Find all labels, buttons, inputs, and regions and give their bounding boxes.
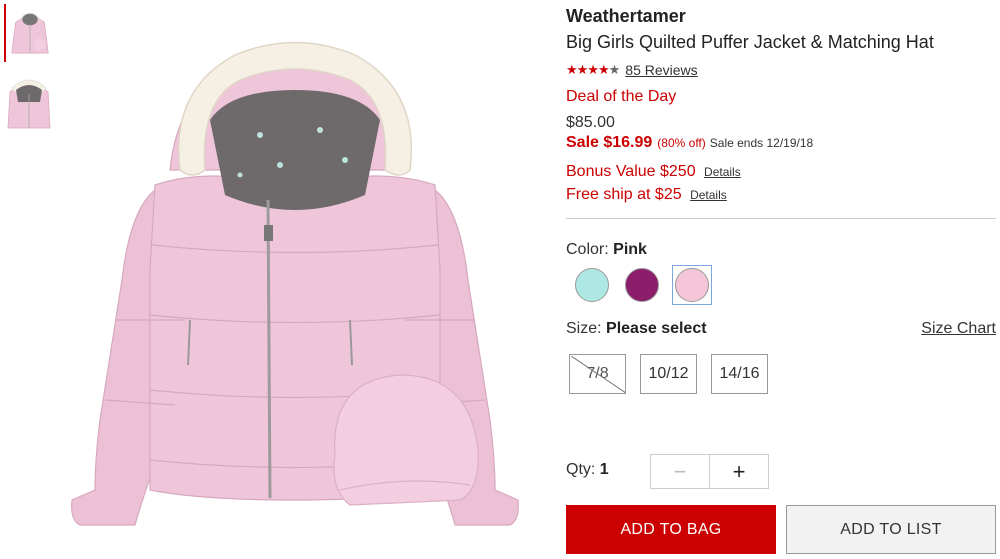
size-selection: Please select: [606, 320, 707, 337]
decrement-button[interactable]: −: [651, 455, 710, 488]
thumbnail-1[interactable]: [4, 4, 54, 62]
size-chart-link[interactable]: Size Chart: [921, 320, 996, 338]
size-option-14-16[interactable]: 14/16: [711, 354, 768, 394]
sale-price-row: Sale $16.99 (80% off) Sale ends 12/19/18: [566, 134, 813, 152]
quantity-label: Qty: 1: [566, 461, 609, 479]
deal-of-the-day-label: Deal of the Day: [566, 88, 677, 105]
swatch-aqua-color: [575, 268, 609, 302]
thumbnail-2[interactable]: [4, 72, 54, 130]
reviews-link[interactable]: 85 Reviews: [625, 62, 697, 78]
sale-end-date: Sale ends 12/19/18: [709, 136, 814, 150]
thumbnail-list: [4, 4, 56, 140]
color-label-text: Color:: [566, 241, 609, 258]
rating: ★★★★★ 85 Reviews: [566, 62, 698, 78]
regular-price: $85.00: [566, 114, 615, 131]
swatch-pink-color: [675, 268, 709, 302]
divider: [566, 218, 996, 219]
discount-percent: (80% off): [657, 136, 706, 150]
swatch-purple[interactable]: [622, 265, 662, 305]
bonus-value-text: Bonus Value $250: [566, 163, 696, 180]
size-row: Size: Please select Size Chart: [566, 320, 996, 338]
selected-color: Pink: [613, 241, 647, 258]
product-image: [60, 20, 530, 540]
free-ship-text: Free ship at $25: [566, 186, 682, 203]
size-label: Size: Please select: [566, 320, 707, 338]
product-title: Big Girls Quilted Puffer Jacket & Matchi…: [566, 32, 934, 52]
swatch-aqua[interactable]: [572, 265, 612, 305]
jacket-lining-thumbnail: [7, 79, 51, 129]
puffer-jacket-image: [71, 41, 519, 526]
empty-star-icon: ★: [608, 62, 621, 77]
star-rating-icon: ★★★★★: [566, 62, 621, 78]
size-label-text: Size:: [566, 320, 602, 337]
jacket-front-thumbnail: [11, 12, 49, 54]
quantity-stepper: − +: [650, 454, 769, 489]
add-to-list-button[interactable]: ADD TO LIST: [786, 505, 996, 554]
swatch-pink[interactable]: [672, 265, 712, 305]
swatch-purple-color: [625, 268, 659, 302]
add-to-bag-button[interactable]: ADD TO BAG: [566, 505, 776, 554]
ship-details-link[interactable]: Details: [690, 188, 727, 202]
size-option-7-8[interactable]: 7/8: [569, 354, 626, 394]
quantity-label-text: Qty:: [566, 461, 596, 478]
free-ship-row: Free ship at $25 Details: [566, 186, 727, 204]
size-option-10-12[interactable]: 10/12: [640, 354, 697, 394]
brand-name[interactable]: Weathertamer: [566, 6, 686, 27]
increment-button[interactable]: +: [710, 455, 768, 488]
bonus-value-row: Bonus Value $250 Details: [566, 163, 741, 181]
bonus-details-link[interactable]: Details: [704, 165, 741, 179]
filled-stars: ★★★★: [566, 62, 610, 77]
color-label: Color: Pink: [566, 241, 647, 259]
sale-price: Sale $16.99: [566, 134, 653, 151]
quantity-value: 1: [599, 461, 609, 478]
color-swatches: [572, 265, 712, 305]
size-options: 7/8 10/12 14/16: [569, 354, 768, 394]
product-page: Weathertamer Big Girls Quilted Puffer Ja…: [0, 0, 1000, 559]
